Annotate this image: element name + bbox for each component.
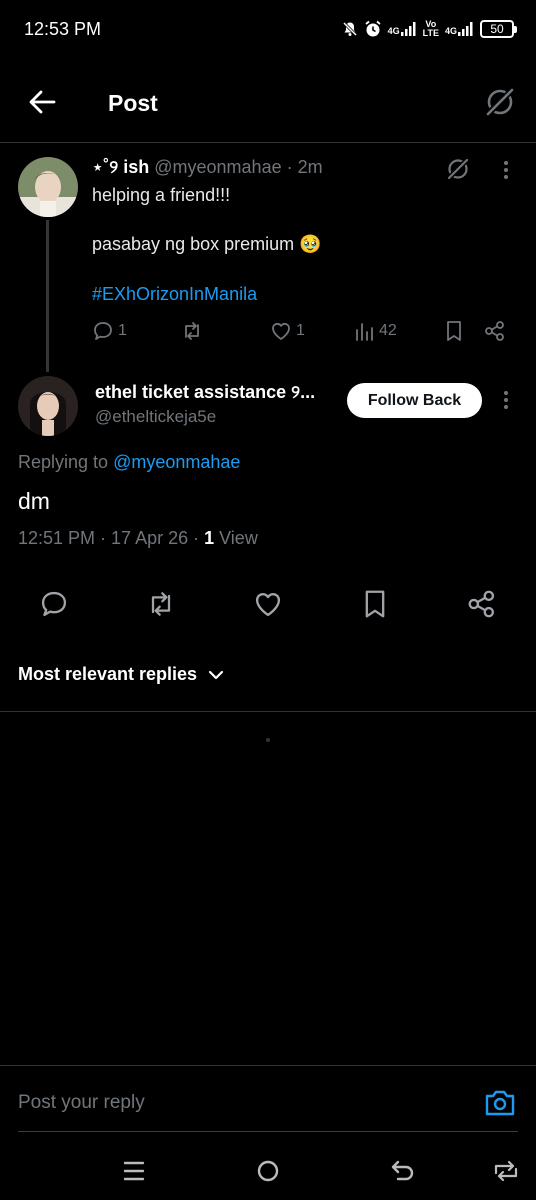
views-chart-icon <box>356 323 373 341</box>
back-button[interactable] <box>24 84 60 120</box>
share-icon <box>468 590 495 618</box>
author-handle[interactable]: @myeonmahae <box>154 157 281 177</box>
bookmark-icon <box>447 321 461 341</box>
more-vertical-icon <box>504 391 508 409</box>
reply-author-name[interactable]: ethel ticket assistance ୨... <box>95 382 315 403</box>
post-text-line: helping a friend!!! <box>92 185 231 205</box>
like-action[interactable]: 1 <box>270 320 305 342</box>
like-button[interactable] <box>248 584 288 624</box>
comment-icon <box>94 322 112 340</box>
header-divider <box>0 142 536 143</box>
back-nav-button[interactable] <box>386 1155 418 1187</box>
repost-icon <box>151 592 171 616</box>
repost-action[interactable] <box>180 320 204 342</box>
composer-divider <box>0 1065 536 1066</box>
bookmark-action[interactable] <box>444 320 464 342</box>
volte-label: Vo LTE <box>422 19 439 38</box>
status-time: 12:53 PM <box>24 19 102 39</box>
loading-indicator <box>266 738 270 742</box>
network-type-label: 4G <box>444 26 457 36</box>
grok-icon <box>484 86 516 118</box>
rotate-button[interactable] <box>490 1155 522 1187</box>
share-action[interactable] <box>484 320 506 342</box>
arrow-left-icon <box>29 90 56 114</box>
reply-text: dm <box>18 488 50 514</box>
heart-icon <box>255 593 281 617</box>
view-count: 1 <box>204 528 215 548</box>
views-action[interactable]: 42 <box>355 320 397 342</box>
hashtag-link[interactable]: #EXhOrizonInManila <box>92 284 257 305</box>
follow-back-button[interactable]: Follow Back <box>347 383 482 418</box>
battery-icon: 50 <box>480 20 517 38</box>
post-text-line: pasabay ng box premium 🥹 <box>92 234 322 254</box>
grok-icon <box>446 157 470 181</box>
heart-icon <box>272 322 290 340</box>
signal-icon: 4G <box>445 22 474 36</box>
post-header: ⋆˚୨ ish @myeonmahae · 2m <box>92 157 323 178</box>
replying-to: Replying to @myeonmahae <box>18 452 241 472</box>
sort-label: Most relevant replies <box>18 664 198 684</box>
bookmark-icon <box>365 590 385 618</box>
reply-more-button[interactable] <box>496 386 516 414</box>
reply-button[interactable] <box>34 584 74 624</box>
replying-mention-link[interactable]: @myeonmahae <box>113 452 240 472</box>
reply-action[interactable]: 1 <box>92 320 127 342</box>
share-button[interactable] <box>462 584 502 624</box>
sort-replies-dropdown[interactable]: Most relevant replies <box>18 664 225 685</box>
camera-button[interactable] <box>482 1087 518 1119</box>
composer-underline <box>18 1131 518 1132</box>
recent-apps-button[interactable] <box>118 1155 150 1187</box>
chevron-down-icon <box>208 670 224 679</box>
bookmark-button[interactable] <box>355 584 395 624</box>
more-vertical-icon <box>504 161 508 179</box>
author-name[interactable]: ⋆˚୨ ish <box>92 157 149 177</box>
camera-icon <box>485 1090 515 1116</box>
grok-button[interactable] <box>482 84 518 120</box>
reply-timestamp: 12:51 PM · 17 Apr 26 · 1 View <box>18 528 258 548</box>
back-nav-icon <box>391 1160 414 1181</box>
repost-button[interactable] <box>141 584 181 624</box>
network-type-label: 4G <box>387 26 400 36</box>
avatar[interactable] <box>18 157 78 217</box>
comment-icon <box>41 591 67 617</box>
post-time: 2m <box>297 157 323 177</box>
repost-icon <box>185 322 199 340</box>
reply-input[interactable] <box>18 1092 418 1114</box>
section-divider <box>0 711 536 712</box>
meta-separator: · <box>286 157 293 177</box>
share-icon <box>485 321 504 341</box>
avatar[interactable] <box>18 376 78 436</box>
rotate-icon <box>494 1160 518 1182</box>
home-circle-icon <box>257 1160 279 1182</box>
post-more-button[interactable] <box>496 156 516 184</box>
grok-post-button[interactable] <box>444 155 472 183</box>
mute-bell-icon <box>342 21 358 37</box>
thread-line <box>46 220 49 372</box>
alarm-icon <box>364 20 382 38</box>
status-icons: 4G Vo LTE 4G 50 <box>342 16 517 42</box>
reply-author-handle[interactable]: @etheltickeja5e <box>95 407 216 427</box>
signal-icon: 4G <box>388 22 417 36</box>
like-count: 1 <box>296 322 305 339</box>
page-title: Post <box>108 90 158 116</box>
menu-icon <box>123 1161 145 1181</box>
home-button[interactable] <box>252 1155 284 1187</box>
views-count: 42 <box>379 322 397 339</box>
reply-count: 1 <box>118 322 127 339</box>
